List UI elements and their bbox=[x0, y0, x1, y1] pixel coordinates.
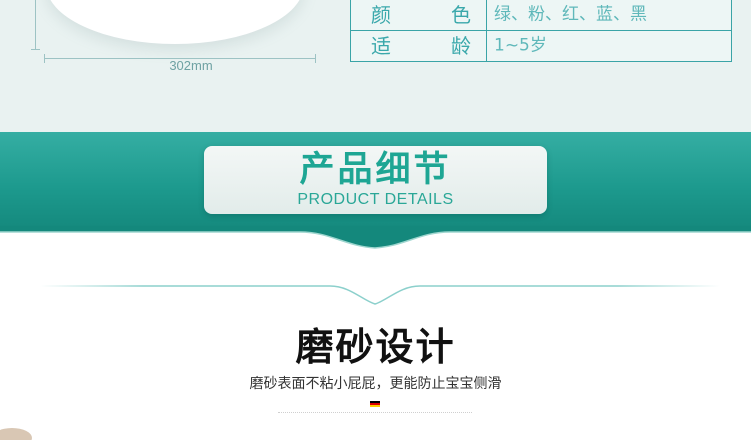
spec-key-char: 龄 bbox=[451, 34, 471, 58]
spec-section: 302mm 颜 色 绿、粉、红、蓝、黑 适 龄 1~5岁 bbox=[0, 0, 751, 132]
banner-title-box: 产品细节 PRODUCT DETAILS bbox=[204, 146, 547, 214]
dimension-tick-right bbox=[315, 54, 316, 63]
spec-value-colors: 绿、粉、红、蓝、黑 bbox=[494, 4, 647, 25]
spec-row-age: 适 龄 1~5岁 bbox=[351, 31, 731, 61]
spec-key-cell: 适 龄 bbox=[351, 31, 487, 61]
banner-wave-edge bbox=[0, 226, 751, 249]
section-divider bbox=[40, 285, 720, 305]
dimension-tick-left bbox=[44, 54, 45, 63]
product-image-partial bbox=[0, 428, 32, 440]
feature-title: 磨砂设计 bbox=[295, 325, 456, 369]
fine-print-line bbox=[278, 412, 472, 416]
product-image-potty-seat bbox=[46, 0, 304, 44]
spec-table: 颜 色 绿、粉、红、蓝、黑 适 龄 1~5岁 bbox=[350, 0, 732, 62]
germany-flag-icon bbox=[370, 401, 380, 407]
spec-key-char: 颜 bbox=[371, 3, 391, 27]
dimension-tick bbox=[31, 49, 40, 50]
dimension-line-vertical bbox=[35, 0, 36, 50]
spec-key-cell: 颜 色 bbox=[351, 0, 487, 30]
spec-value-age: 1~5岁 bbox=[494, 35, 547, 56]
banner-title-cn: 产品细节 bbox=[299, 150, 452, 190]
spec-row-color: 颜 色 绿、粉、红、蓝、黑 bbox=[351, 0, 731, 31]
spec-key-char: 适 bbox=[371, 34, 391, 58]
feature-description: 磨砂表面不粘小屁屁，更能防止宝宝侧滑 bbox=[249, 376, 502, 392]
spec-key-char: 色 bbox=[451, 3, 471, 27]
dimension-label: 302mm bbox=[169, 58, 213, 73]
banner-title-en: PRODUCT DETAILS bbox=[297, 191, 454, 208]
